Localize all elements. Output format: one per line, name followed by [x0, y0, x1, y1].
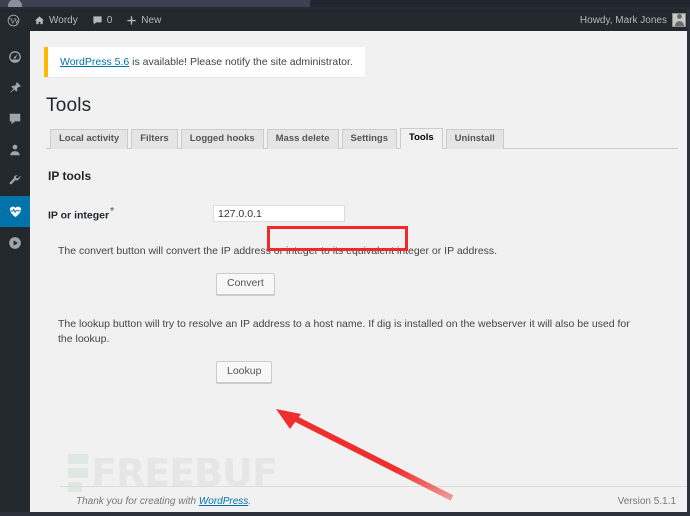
howdy-label: Howdy, Mark Jones [579, 14, 667, 26]
tab-mass-delete[interactable]: Mass delete [266, 129, 339, 149]
admin-bar-account[interactable]: Howdy, Mark Jones [580, 13, 690, 27]
wrench-icon [8, 174, 22, 188]
footer-thanks-prefix: Thank you for creating with [76, 496, 199, 507]
convert-button[interactable]: Convert [216, 273, 275, 295]
footer-version: Version 5.1.1 [617, 496, 676, 507]
tab-filters[interactable]: Filters [131, 129, 178, 149]
section-title-ip-tools: IP tools [48, 169, 92, 183]
tab-logged-hooks[interactable]: Logged hooks [180, 129, 264, 149]
sidebar-item-dashboard[interactable] [0, 41, 30, 72]
new-content-menu[interactable]: New [119, 9, 168, 31]
window-bottom-edge [0, 512, 690, 516]
wordpress-logo-menu[interactable] [0, 9, 27, 31]
tab-uninstall[interactable]: Uninstall [445, 129, 504, 149]
required-mark: * [110, 205, 114, 217]
wordpress-logo-icon [7, 14, 20, 27]
admin-content-area: FREEBUF WordPress 5.6 is available! Plea… [30, 31, 690, 516]
update-notice-message: is available! Please notify the site adm… [129, 56, 353, 68]
ip-or-integer-label-text: IP or integer [48, 209, 110, 222]
dashboard-gauge-icon [8, 50, 22, 64]
page-title: Tools [46, 95, 92, 116]
sidebar-item-media[interactable] [0, 227, 30, 258]
comment-bubble-icon [92, 15, 103, 26]
tab-settings[interactable]: Settings [341, 129, 397, 149]
sidebar-item-comments[interactable] [0, 103, 30, 134]
ip-or-integer-label: IP or integer* [48, 206, 213, 222]
lookup-button-row: Lookup [216, 361, 678, 383]
user-icon [8, 143, 22, 157]
tab-tools[interactable]: Tools [400, 128, 443, 149]
ip-or-integer-input[interactable] [213, 205, 345, 222]
sidebar-item-activity-log[interactable] [0, 196, 37, 227]
wp-admin-bar: Wordy 0 New Howdy, Mark Jones [0, 9, 690, 31]
home-icon [34, 15, 45, 26]
heart-pulse-icon [8, 204, 23, 219]
footer-thanks: Thank you for creating with WordPress. [76, 496, 251, 507]
wordpress-update-link[interactable]: WordPress 5.6 [60, 56, 129, 68]
comments-menu[interactable]: 0 [85, 9, 120, 31]
tab-local-activity[interactable]: Local activity [50, 129, 129, 149]
browser-window-chrome: Wordy 0 New Howdy, Mark Jones FREEBUF Wo… [0, 0, 690, 516]
convert-button-row: Convert [216, 273, 678, 295]
lookup-description: The lookup button will try to resolve an… [58, 318, 630, 345]
site-name-menu[interactable]: Wordy [27, 9, 85, 31]
footer-wordpress-link[interactable]: WordPress [199, 496, 248, 507]
pin-icon [8, 81, 22, 95]
settings-tab-bar: Local activity Filters Logged hooks Mass… [46, 128, 678, 149]
lookup-button[interactable]: Lookup [216, 361, 273, 383]
admin-sidebar-menu [0, 31, 37, 516]
new-content-label: New [141, 14, 162, 26]
comment-bubble-icon [8, 112, 22, 126]
comments-count: 0 [106, 14, 113, 26]
circle-play-icon [8, 236, 22, 250]
watermark-text: FREEBUF [91, 451, 278, 495]
footer-thanks-suffix: . [248, 496, 252, 507]
active-menu-pointer [30, 205, 37, 218]
avatar [672, 13, 686, 27]
plus-icon [126, 15, 137, 26]
sidebar-item-users[interactable] [0, 134, 30, 165]
sidebar-item-tools[interactable] [0, 165, 30, 196]
update-notice: WordPress 5.6 is available! Please notif… [44, 47, 365, 77]
sidebar-item-posts[interactable] [0, 72, 30, 103]
site-name-label: Wordy [49, 14, 78, 26]
ip-or-integer-field-row: IP or integer* [44, 205, 678, 222]
convert-description: The convert button will convert the IP a… [58, 245, 498, 257]
